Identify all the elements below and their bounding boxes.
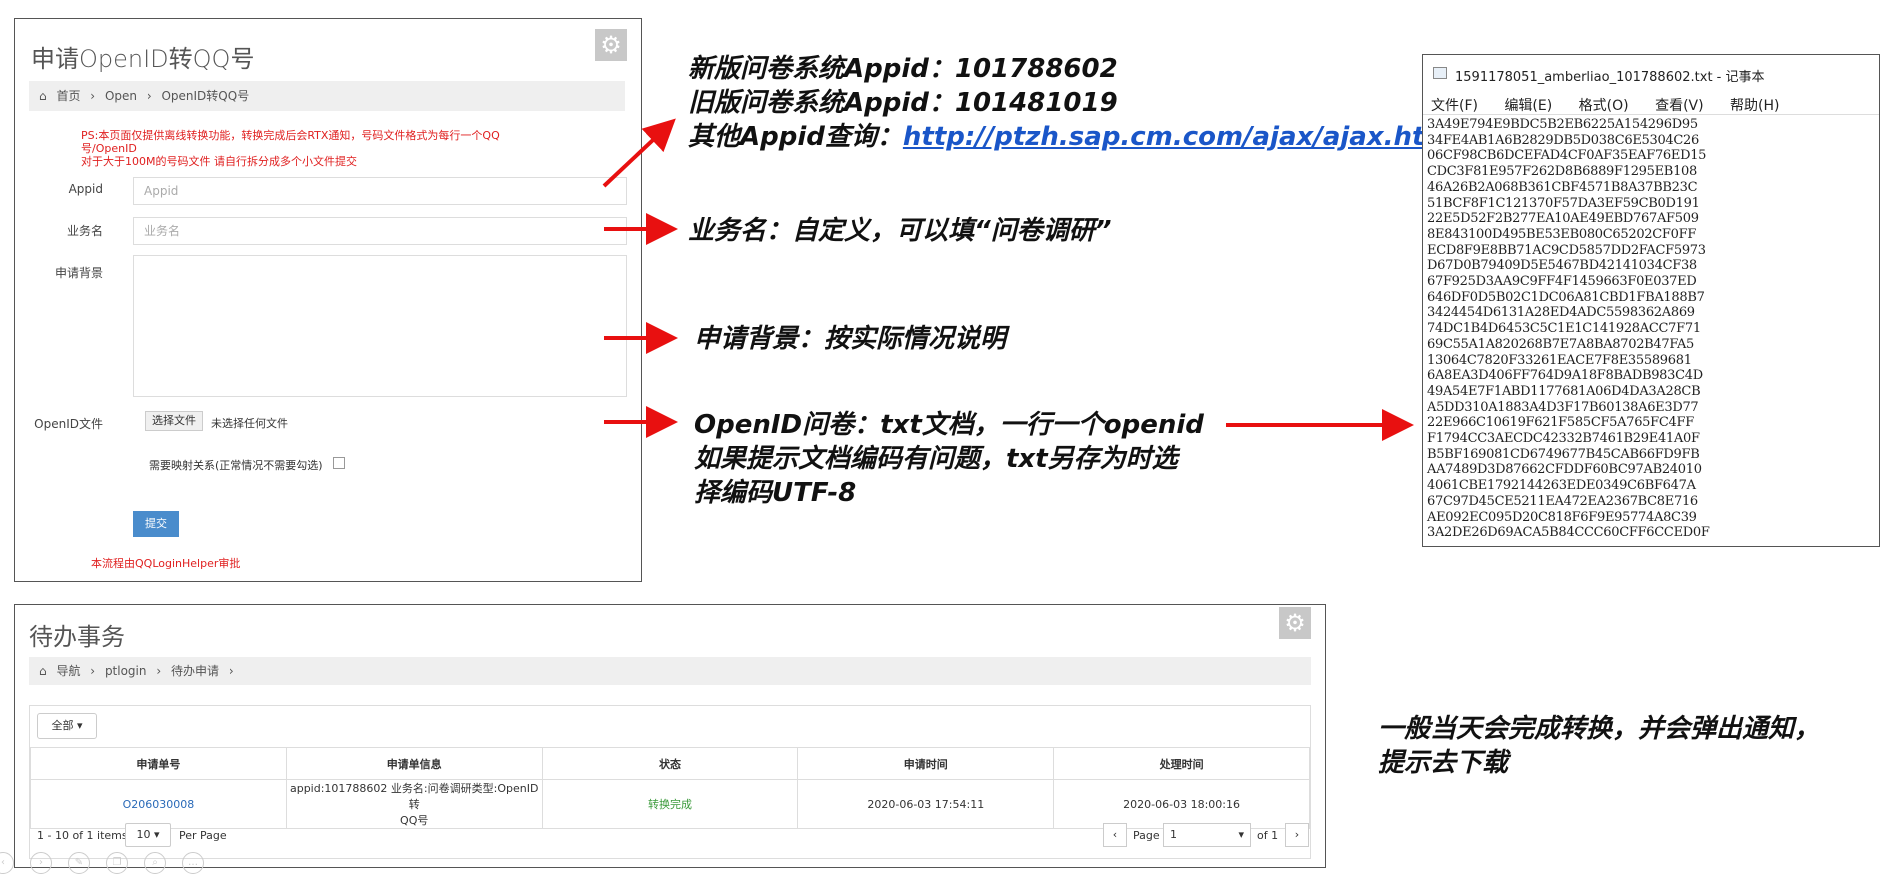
notepad-line: 51BCF8F1C121370F57DA3EF59CB0D191 (1427, 195, 1700, 211)
notepad-line: AA7489D3D87662CFDDF60BC97AB24010 (1427, 462, 1702, 478)
request-id-link[interactable]: O206030008 (30, 779, 287, 829)
caret-down-icon: ▾ (76, 719, 83, 732)
arrow-appid (602, 118, 676, 188)
breadcrumb-ptlogin[interactable]: ptlogin (105, 664, 147, 678)
menu-file[interactable]: 文件(F) (1431, 98, 1478, 114)
notepad-icon (1433, 67, 1447, 79)
pen-icon[interactable]: ✎ (68, 852, 90, 874)
notepad-line: 13064C7820F33261EACE7F8E35589681 (1427, 352, 1692, 368)
status-cell: 转换完成 (541, 779, 799, 829)
annotation-appid-old: 旧版问卷系统Appid：101481019 (688, 88, 1118, 118)
notepad-line: AE092EC095D20C818F6F9E95774A8C39 (1427, 509, 1697, 525)
todo-breadcrumb: ⌂ 导航 › ptlogin › 待办申请 › (29, 657, 1311, 685)
page-of: of 1 (1257, 829, 1279, 842)
todo-table: 申请单号 申请单信息 状态 申请时间 处理时间 O206030008 appid… (30, 747, 1310, 829)
notepad-line: 49A54E7F1ABD1177681A06D4DA3A28CB (1427, 383, 1701, 399)
chevron-right-icon: › (90, 664, 96, 678)
notepad-line: A5DD310A1883A4D3F17B60138A6E3D77 (1427, 399, 1699, 415)
caret-down-icon: ▾ (153, 828, 160, 841)
notepad-divider (1423, 114, 1879, 115)
annotation-openid: OpenID问卷：txt文档，一行一个openid 如果提示文档编码有问题，tx… (694, 410, 1204, 508)
notepad-line: 3A2DE26D69ACA5B84CCC60CFF6CCED0F (1427, 525, 1710, 541)
col-process-time[interactable]: 处理时间 (1053, 747, 1310, 780)
prev-page-button[interactable]: ‹ (1103, 823, 1127, 847)
todo-title: 待办事务 (29, 623, 125, 651)
annotation-download: 一般当天会完成转换，并会弹出通知， 提示去下载 (1378, 714, 1821, 778)
breadcrumb-todo: 待办申请 (170, 664, 219, 678)
notepad-line: ECD8F9E8BB71AC9CD5857DD2FACF5973 (1427, 242, 1706, 258)
notepad-line: B5BF169081CD6749677B45CAB66FD9FB (1427, 446, 1700, 462)
table-row[interactable]: O206030008 appid:101788602 业务名:问卷调研类型:Op… (30, 779, 1310, 829)
next-page-button[interactable]: › (1285, 823, 1309, 847)
notepad-line: 3424454D6131A28ED4ADC5598362A869 (1427, 305, 1695, 321)
notepad-title: 1591178051_amberliao_101788602.txt - 记事本 (1455, 70, 1765, 85)
notepad-line: 69C55A1A820268B7E7A8BA8702B47FA5 (1427, 336, 1695, 352)
apply-time-cell: 2020-06-03 17:54:11 (797, 779, 1055, 829)
notepad-line: CDC3F81E957F262D8B6889F1295EB108 (1427, 164, 1697, 180)
zoom-icon[interactable]: ⌕ (144, 852, 166, 874)
caret-down-icon: ▾ (1238, 828, 1244, 841)
pager-summary: 1 - 10 of 1 items (37, 829, 128, 842)
page-number-input[interactable]: 1 ▾ (1163, 823, 1251, 847)
notepad-line: D67D0B79409D5E5467BD42141034CF38 (1427, 258, 1697, 274)
notepad-line: 8E843100D495BE53EB080C65202CF0FF (1427, 226, 1697, 242)
notepad-line: 34FE4AB1A6B2829DB5D038C6E5304C26 (1427, 132, 1699, 148)
annotation-biz: 业务名：自定义，可以填“问卷调研” (688, 216, 1112, 246)
notepad-line: 74DC1B4D6453C5C1E1C141928ACC7F71 (1427, 321, 1701, 337)
home-icon: ⌂ (39, 664, 47, 678)
breadcrumb-nav[interactable]: 导航 (56, 664, 80, 678)
request-info: appid:101788602 业务名:问卷调研类型:OpenID转 QQ号 (285, 779, 543, 829)
per-page-select[interactable]: 10 ▾ (125, 823, 171, 847)
notepad-line: 3A49E794E9BDC5B2EB6225A154296D95 (1427, 117, 1698, 132)
menu-view[interactable]: 查看(V) (1655, 98, 1704, 114)
col-apply-time[interactable]: 申请时间 (797, 747, 1055, 780)
filter-dropdown[interactable]: 全部 ▾ (37, 713, 97, 739)
chevron-right-icon: › (228, 664, 234, 678)
per-page-label: Per Page (179, 829, 227, 842)
appid-query-link[interactable]: http://ptzh.sap.cm.com/ajax/ajax.html (903, 122, 1461, 152)
notepad-line: 646DF0D5B02C1DC06A81CBD1FBA188B7 (1427, 289, 1705, 305)
notepad-line: 4061CBE1792144263EDE0349C6BF647A (1427, 478, 1696, 494)
notepad-line: 06CF98CB6DCEFAD4CF0AF35EAF76ED15 (1427, 148, 1707, 164)
annotation-appid-other: 其他Appid查询：http://ptzh.sap.cm.com/ajax/aj… (688, 122, 1461, 152)
col-info[interactable]: 申请单信息 (285, 747, 543, 780)
menu-edit[interactable]: 编辑(E) (1504, 98, 1552, 114)
col-id[interactable]: 申请单号 (30, 747, 287, 780)
notepad-line: 46A26B2A068B361CBF4571B8A37BB23C (1427, 179, 1698, 195)
menu-format[interactable]: 格式(O) (1579, 98, 1629, 114)
page-label: Page (1133, 829, 1160, 842)
todo-panel: ⚙ 待办事务 ⌂ 导航 › ptlogin › 待办申请 › 全部 ▾ 申请单号… (14, 604, 1326, 868)
notepad-line: 22E966C10619F621F585CF5A765FC4FF (1427, 415, 1694, 431)
copy-icon[interactable]: ❐ (106, 852, 128, 874)
gear-icon[interactable]: ⚙ (1279, 607, 1311, 639)
notepad-line: F1794CC3AECDC42332B7461B29E41A0F (1427, 431, 1700, 447)
notepad-window: 1591178051_amberliao_101788602.txt - 记事本… (1422, 54, 1880, 547)
process-time-cell: 2020-06-03 18:00:16 (1053, 779, 1310, 829)
notepad-text[interactable]: 3A49E794E9BDC5B2EB6225A154296D95 34FE4AB1… (1427, 117, 1710, 541)
forward-icon[interactable]: › (30, 852, 52, 874)
notepad-line: 67F925D3AA9C9FF4F1459663F0E037ED (1427, 274, 1697, 290)
notepad-line: 22E5D52F2B277EA10AE49EBD767AF509 (1427, 211, 1699, 227)
annotation-bg: 申请背景：按实际情况说明 (694, 324, 1007, 354)
more-icon[interactable]: … (182, 852, 204, 874)
notepad-menu: 文件(F) 编辑(E) 格式(O) 查看(V) 帮助(H) (1431, 95, 1802, 115)
menu-help[interactable]: 帮助(H) (1730, 98, 1779, 114)
notepad-line: 67C97D45CE5211EA472EA2367BC8E716 (1427, 493, 1698, 509)
notepad-line: 6A8EA3D406FF764D9A18F8BADB983C4D (1427, 368, 1703, 384)
chevron-right-icon: › (156, 664, 162, 678)
col-status[interactable]: 状态 (541, 747, 799, 780)
annotation-appid-new: 新版问卷系统Appid：101788602 (688, 54, 1118, 84)
